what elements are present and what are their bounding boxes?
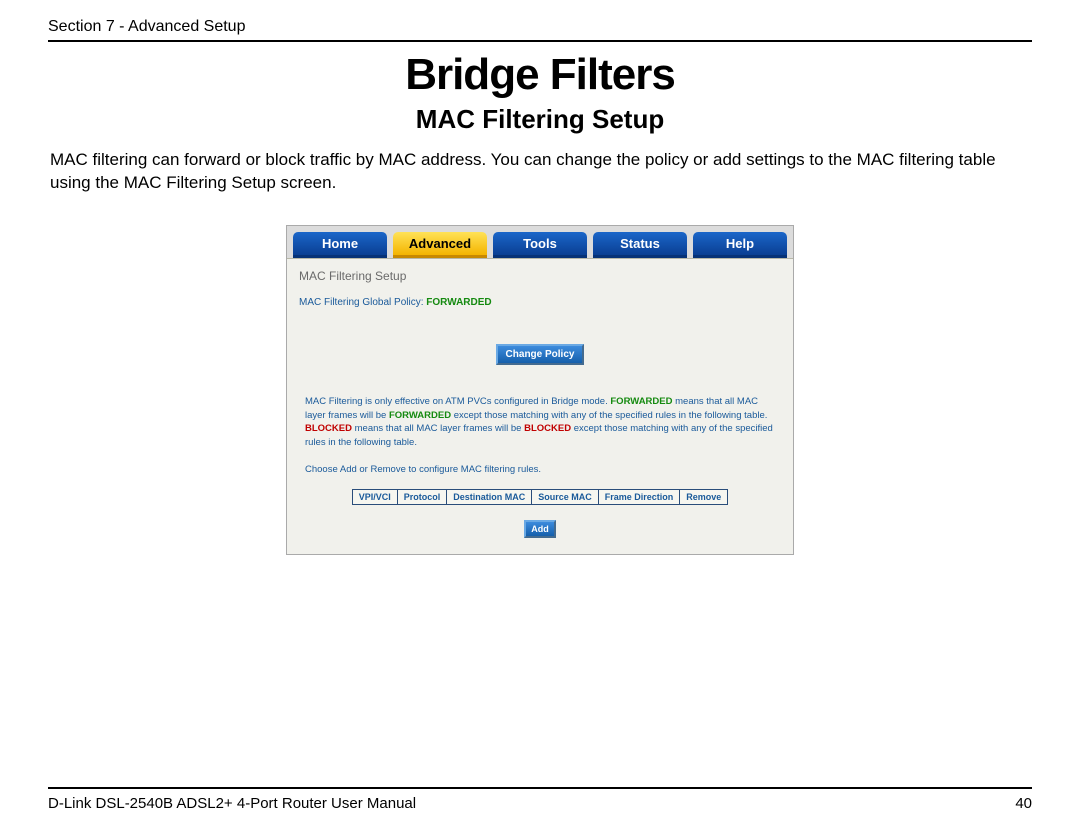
- panel-title: MAC Filtering Setup: [299, 269, 781, 283]
- footer-page-number: 40: [1015, 795, 1032, 812]
- col-srcmac: Source MAC: [532, 489, 599, 504]
- add-button[interactable]: Add: [524, 520, 556, 538]
- page-title: Bridge Filters: [48, 50, 1032, 100]
- router-ui-screenshot: Home Advanced Tools Status Help MAC Filt…: [286, 225, 794, 555]
- explain-text: MAC Filtering is only effective on ATM P…: [305, 395, 775, 450]
- page-footer: D-Link DSL-2540B ADSL2+ 4-Port Router Us…: [48, 787, 1032, 812]
- col-framedir: Frame Direction: [598, 489, 680, 504]
- explain-seg: except those matching with any of the sp…: [451, 410, 767, 421]
- lead-paragraph: MAC filtering can forward or block traff…: [50, 149, 1030, 195]
- tab-status[interactable]: Status: [593, 232, 687, 258]
- tab-help[interactable]: Help: [693, 232, 787, 258]
- policy-value: FORWARDED: [426, 297, 491, 308]
- footer-manual-name: D-Link DSL-2540B ADSL2+ 4-Port Router Us…: [48, 795, 416, 812]
- choose-line: Choose Add or Remove to configure MAC fi…: [305, 464, 775, 475]
- section-header: Section 7 - Advanced Setup: [48, 18, 1032, 42]
- policy-label: MAC Filtering Global Policy:: [299, 297, 426, 308]
- keyword-blocked: BLOCKED: [524, 423, 571, 434]
- col-protocol: Protocol: [397, 489, 447, 504]
- keyword-forwarded: FORWARDED: [389, 410, 451, 421]
- page-subtitle: MAC Filtering Setup: [48, 104, 1032, 135]
- explain-seg: means that all MAC layer frames will be: [352, 423, 524, 434]
- tab-home[interactable]: Home: [293, 232, 387, 258]
- col-vpivci: VPI/VCI: [352, 489, 397, 504]
- col-destmac: Destination MAC: [447, 489, 532, 504]
- mac-filter-table: VPI/VCI Protocol Destination MAC Source …: [352, 489, 729, 505]
- col-remove: Remove: [680, 489, 728, 504]
- change-policy-button[interactable]: Change Policy: [496, 344, 585, 365]
- explain-seg: MAC Filtering is only effective on ATM P…: [305, 396, 610, 407]
- tab-bar: Home Advanced Tools Status Help: [287, 226, 793, 258]
- tab-tools[interactable]: Tools: [493, 232, 587, 258]
- keyword-forwarded: FORWARDED: [610, 396, 672, 407]
- tab-advanced[interactable]: Advanced: [393, 232, 487, 258]
- keyword-blocked: BLOCKED: [305, 423, 352, 434]
- policy-line: MAC Filtering Global Policy: FORWARDED: [299, 297, 781, 308]
- table-header-row: VPI/VCI Protocol Destination MAC Source …: [352, 489, 728, 504]
- panel-body: MAC Filtering Setup MAC Filtering Global…: [287, 258, 793, 554]
